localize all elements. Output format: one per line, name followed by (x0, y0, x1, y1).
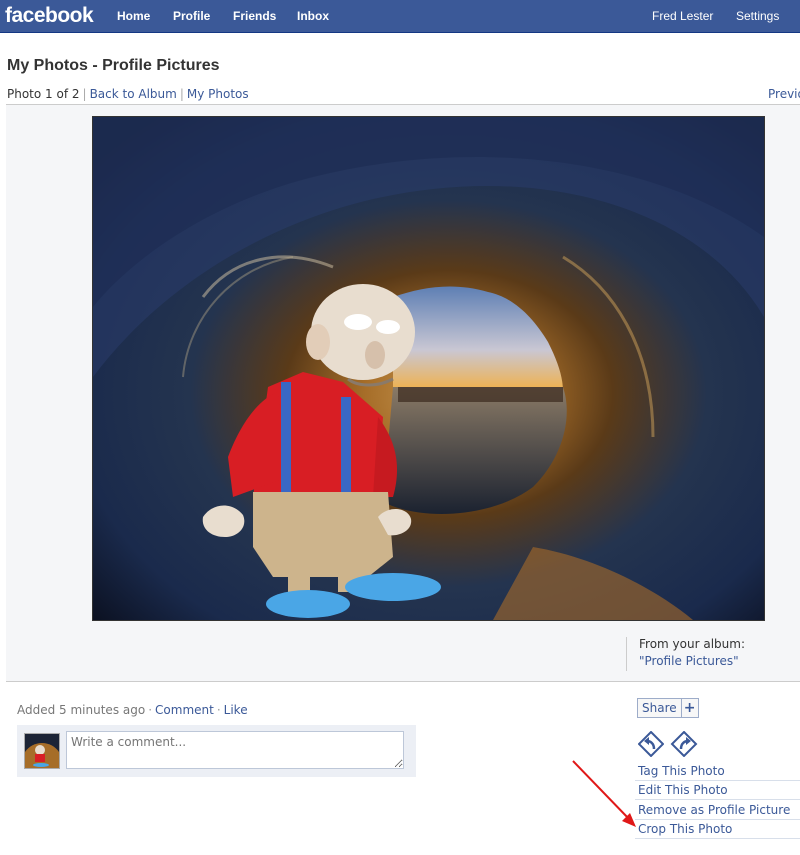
tag-photo-label[interactable]: Tag This Photo (638, 764, 725, 778)
share-button[interactable]: Share + (637, 698, 699, 718)
top-navigation-bar: facebook Home Profile Friends Inbox Fred… (0, 0, 800, 33)
album-name-link[interactable]: "Profile Pictures" (639, 654, 739, 668)
nav-settings[interactable]: Settings (736, 9, 779, 23)
breadcrumb: Photo 1 of 2 | Back to Album | My Photos (7, 87, 249, 101)
avatar (24, 733, 60, 769)
rotate-right-icon[interactable] (669, 730, 699, 758)
edit-photo-link[interactable]: Edit This Photo (635, 781, 800, 800)
added-time: Added 5 minutes ago (17, 703, 146, 717)
nav-home[interactable]: Home (117, 9, 150, 23)
my-photos-link[interactable]: My Photos (187, 87, 249, 101)
remove-profile-picture-link[interactable]: Remove as Profile Picture (635, 801, 800, 820)
nav-profile[interactable]: Profile (173, 9, 210, 23)
profile-photo[interactable] (92, 116, 765, 621)
photo-counter: Photo 1 of 2 (7, 87, 80, 101)
back-to-album-link[interactable]: Back to Album (90, 87, 177, 101)
page-title: My Photos - Profile Pictures (7, 57, 220, 74)
breadcrumb-separator: | (82, 87, 87, 101)
tag-photo-link[interactable]: Tag This Photo (635, 762, 800, 781)
album-from-label: From your album: (639, 637, 745, 651)
nav-friends[interactable]: Friends (233, 9, 276, 23)
remove-profile-picture-label[interactable]: Remove as Profile Picture (638, 803, 790, 817)
annotation-arrow (572, 760, 636, 827)
edit-photo-label[interactable]: Edit This Photo (638, 783, 728, 797)
share-plus-button[interactable]: + (680, 699, 698, 717)
avatar-thumbnail (25, 734, 59, 768)
comment-box (17, 725, 416, 777)
nav-inbox[interactable]: Inbox (297, 9, 329, 23)
album-divider (626, 637, 627, 671)
crop-photo-label[interactable]: Crop This Photo (638, 822, 732, 836)
share-label: Share (642, 701, 677, 715)
comment-link[interactable]: Comment (155, 703, 214, 717)
photo-viewer: From your album: "Profile Pictures" (6, 105, 800, 682)
meta-separator: · (216, 703, 221, 717)
previous-link[interactable]: Previous (768, 87, 800, 101)
nav-user-name[interactable]: Fred Lester (652, 9, 713, 23)
crop-photo-link[interactable]: Crop This Photo (635, 820, 800, 839)
meta-separator: · (148, 703, 153, 717)
like-link[interactable]: Like (224, 703, 248, 717)
photo-meta: Added 5 minutes ago · Comment · Like (17, 703, 248, 717)
facebook-logo[interactable]: facebook (5, 4, 94, 28)
photo-illustration (93, 117, 764, 620)
previous-link-label[interactable]: Previous (768, 87, 800, 101)
comment-input[interactable] (66, 731, 404, 769)
album-name-link-text[interactable]: "Profile Pictures" (639, 654, 739, 668)
breadcrumb-separator: | (179, 87, 184, 101)
